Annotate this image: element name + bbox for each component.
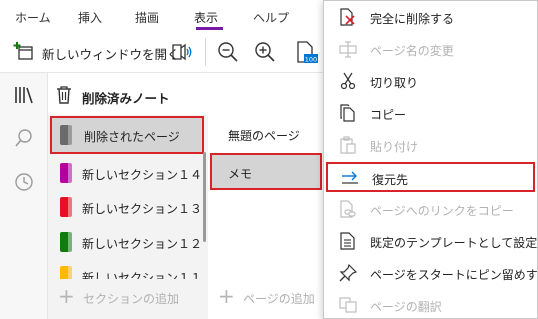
immersive-reader-icon[interactable]: [171, 40, 195, 64]
section-label: 削除されたページ: [84, 130, 180, 144]
menu-label: ページ名の変更: [370, 44, 454, 58]
section-item-14[interactable]: 新しいセクション１４: [48, 154, 204, 192]
cut-icon: [340, 72, 356, 90]
section-label: 新しいセクション１３: [82, 202, 203, 216]
new-window-button[interactable]: 新しいウィンドウを開く: [42, 44, 180, 63]
trash-icon: [57, 86, 71, 104]
svg-text:100: 100: [305, 56, 317, 64]
section-label: 新しいセクション１１: [82, 271, 203, 279]
menu-item-rename-page[interactable]: ページ名の変更: [324, 33, 536, 65]
menu-item-set-default-template[interactable]: 既定のテンプレートとして設定: [324, 225, 538, 257]
sections-scrollbar[interactable]: [203, 152, 206, 242]
menu-item-paste[interactable]: 貼り付け: [324, 129, 536, 161]
menu-label: ページの翻訳: [370, 300, 442, 314]
notebooks-icon[interactable]: [13, 84, 35, 106]
menu-label: 完全に削除する: [370, 12, 455, 26]
section-item-13[interactable]: 新しいセクション１３: [48, 188, 204, 226]
tab-view[interactable]: 表示: [194, 9, 218, 26]
menu-label: 既定のテンプレートとして設定: [370, 236, 538, 250]
tab-insert[interactable]: 挿入: [78, 9, 102, 26]
translate-icon: [339, 297, 357, 313]
menu-item-restore-to[interactable]: 復元先: [326, 162, 535, 192]
page-item-untitled[interactable]: 無題のページ: [208, 117, 328, 153]
menu-label: ページへのリンクをコピー: [370, 204, 514, 218]
menu-item-cut[interactable]: 切り取り: [324, 65, 536, 97]
menu-item-translate-page[interactable]: ページの翻訳: [324, 289, 536, 319]
new-window-icon[interactable]: [13, 40, 35, 62]
search-icon[interactable]: [13, 127, 35, 149]
menu-item-copy-link[interactable]: ページへのリンクをコピー: [324, 193, 536, 225]
tab-draw[interactable]: 描画: [135, 9, 159, 26]
page-item-memo[interactable]: メモ: [210, 153, 322, 190]
tab-home[interactable]: ホーム: [15, 9, 51, 26]
recent-icon[interactable]: [13, 171, 35, 193]
notebook-title[interactable]: 削除済みノート: [82, 88, 170, 107]
add-page-plus-icon[interactable]: +: [218, 286, 235, 306]
menu-item-copy[interactable]: コピー: [324, 97, 536, 129]
pin-icon: [339, 264, 357, 282]
menu-item-pin-to-start[interactable]: ページをスタートにピン留めする: [324, 257, 538, 289]
zoom-out-icon[interactable]: [216, 40, 240, 64]
section-color-tab: [60, 266, 72, 279]
menu-label: 切り取り: [370, 76, 419, 90]
rename-icon: [339, 41, 357, 58]
zoom-in-icon[interactable]: [253, 40, 277, 64]
menu-label: 復元先: [372, 173, 409, 187]
section-item-deleted-pages[interactable]: 削除されたページ: [50, 116, 204, 154]
section-item-12[interactable]: 新しいセクション１２: [48, 223, 204, 261]
section-color-tab: [60, 232, 72, 252]
menu-label: コピー: [370, 108, 407, 122]
menu-label: ページをスタートにピン留めする: [370, 268, 538, 282]
active-tab-indicator: [196, 27, 223, 30]
add-section-plus-icon[interactable]: +: [58, 286, 75, 306]
copy-icon: [340, 104, 355, 122]
section-color-tab: [60, 163, 72, 183]
navigation-rail: [0, 73, 48, 319]
page-label: メモ: [228, 167, 253, 181]
section-color-tab: [60, 125, 72, 145]
page-label: 無題のページ: [228, 129, 300, 143]
add-section-label[interactable]: セクションの追加: [83, 290, 179, 307]
section-label: 新しいセクション１４: [82, 168, 203, 182]
toolbar-separator: [205, 38, 206, 66]
template-icon: [340, 232, 355, 250]
copy-link-icon: [340, 200, 356, 218]
section-label: 新しいセクション１２: [82, 237, 203, 251]
menu-item-delete-permanently[interactable]: 完全に削除する: [324, 1, 536, 33]
section-item-11[interactable]: 新しいセクション１１: [48, 257, 204, 279]
tab-help[interactable]: ヘルプ: [253, 9, 289, 26]
restore-icon: [342, 171, 358, 184]
page-width-icon[interactable]: 100: [294, 40, 318, 64]
menu-label: 貼り付け: [370, 140, 419, 154]
paste-icon: [340, 136, 356, 154]
section-color-tab: [60, 197, 72, 217]
delete-permanently-icon: [340, 8, 355, 26]
add-page-label[interactable]: ページの追加: [243, 290, 315, 307]
